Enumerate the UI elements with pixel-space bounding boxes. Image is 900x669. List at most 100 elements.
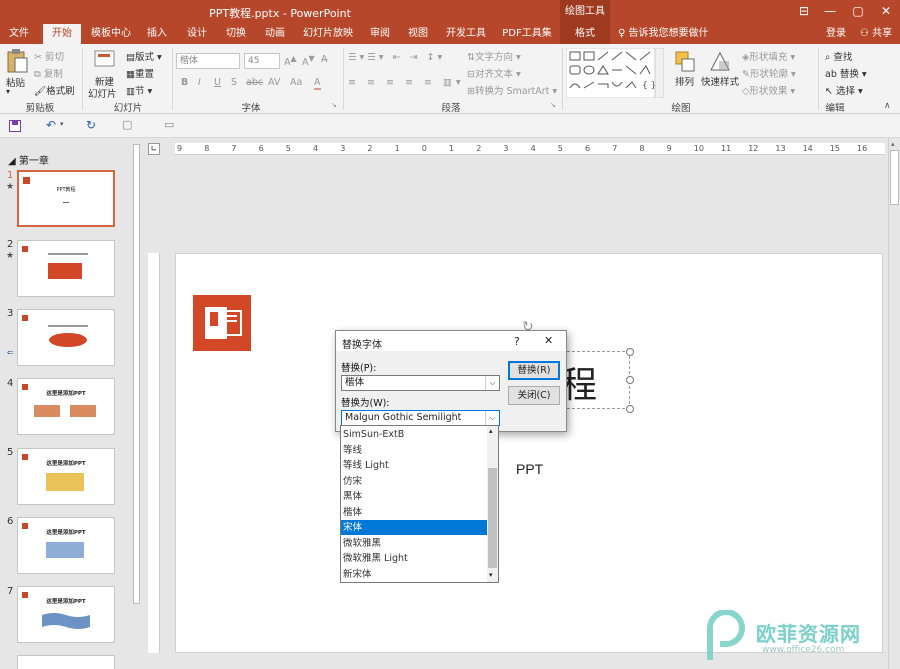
font-option[interactable]: 微软雅黑 Light [341,551,488,566]
thumbnail-scrollbar[interactable] [132,138,142,669]
dialog-close-button[interactable]: ✕ [544,334,553,347]
align-buttons[interactable]: ≡ ≡ ≡ ≡ ≡ ▥▾ [348,77,465,88]
underline-button[interactable]: U [214,77,221,88]
font-dialog-launcher[interactable]: ↘ [331,101,337,109]
section-header[interactable]: ◢ 第一章 [8,152,49,167]
tab-file[interactable]: 文件 [4,24,34,44]
quick-styles-button[interactable]: 快速样式 [701,74,739,88]
paste-dropdown-icon[interactable]: ▾ [6,87,10,96]
shape-fill-button[interactable]: ◈形状填充 ▾ [742,49,795,63]
replace-font-combo[interactable]: 楷体 ⌵ [341,375,500,391]
redo-icon[interactable]: ↻ [86,118,96,132]
tab-slideshow[interactable]: 幻灯片放映 [300,24,356,44]
bullets-button[interactable]: ☰▾☰▾ ⇤ ⇥ ↕▾ [348,52,445,63]
smartart-button[interactable]: ⊞转换为 SmartArt ▾ [467,83,557,97]
shapes-gallery[interactable]: { } [566,48,664,98]
share-button[interactable]: ⚇ 共享 [854,24,898,44]
font-option[interactable]: 仿宋 [341,474,488,489]
font-color-button[interactable]: A [314,77,321,90]
font-option[interactable]: 等线 Light [341,458,488,473]
font-dropdown-list[interactable]: SimSun-ExtB 等线 等线 Light 仿宋 黑体 楷体 宋体 微软雅黑… [340,425,499,583]
chevron-down-icon[interactable]: ⌵ [485,376,499,390]
dropdown-scrollbar[interactable]: ▴ ▾ [487,426,498,582]
char-spacing-button[interactable]: AV [268,77,280,88]
tab-format[interactable]: 格式 [560,24,610,44]
clear-format-button[interactable]: A̶ [321,54,328,65]
dialog-titlebar[interactable]: 替换字体 ? ✕ [336,331,566,351]
close-window-button[interactable]: ✕ [874,0,898,24]
slide-subtitle-text[interactable]: PPT [516,461,543,477]
shape-outline-button[interactable]: ✎形状轮廓 ▾ [742,66,796,80]
slide-thumbnail-7[interactable]: 这里是添加PPT [17,586,115,643]
tab-insert[interactable]: 插入 [143,24,171,44]
collapse-ribbon-icon[interactable]: ∧ [884,101,891,111]
font-option[interactable]: SimSun-ExtB [341,427,488,442]
paragraph-dialog-launcher[interactable]: ↘ [550,101,556,109]
chevron-down-icon[interactable]: ⌵ [485,411,499,425]
bold-button[interactable]: B [181,77,188,88]
font-option[interactable]: 新宋体 [341,567,488,582]
tab-selector[interactable]: ∟ [148,143,160,155]
slide-thumbnail-6[interactable]: 这里是添加PPT [17,517,115,574]
horizontal-ruler[interactable]: 9 8 7 6 5 4 3 2 1 0 1 2 3 4 5 6 7 8 9 10 11 12 13 14 15 16 [175,143,885,155]
cut-button[interactable]: ✂ 剪切 [34,49,64,63]
shadow-button[interactable]: S [231,77,237,88]
resize-handle[interactable] [626,405,634,413]
tab-design[interactable]: 设计 [183,24,211,44]
strikethrough-button[interactable]: abc [246,77,263,88]
slide-thumbnail-2[interactable] [17,240,115,297]
tab-animations[interactable]: 动画 [261,24,289,44]
font-name-combo[interactable]: 楷体 [176,53,240,69]
present-icon[interactable]: ▢ [122,118,132,131]
font-size-combo[interactable]: 45 [244,53,280,69]
tab-developer[interactable]: 开发工具 [443,24,489,44]
replace-with-combo[interactable]: Malgun Gothic Semilight ⌵ [341,410,500,426]
vertical-ruler[interactable] [148,253,160,653]
dropdown-scroll-thumb[interactable] [488,468,497,568]
resize-handle[interactable] [626,376,634,384]
select-button[interactable]: ↖ 选择 ▾ [825,83,863,97]
tab-home[interactable]: 开始 [43,24,81,44]
font-option[interactable]: 微软雅黑 [341,536,488,551]
login-link[interactable]: 登录 [823,24,849,44]
replace-button[interactable]: 替换(R) [508,361,560,380]
help-button[interactable]: ? [514,335,520,348]
slide-thumbnail-3[interactable] [17,309,115,366]
scrollbar-thumb[interactable] [133,144,140,604]
slide-thumbnail-5[interactable]: 这里是添加PPT [17,448,115,505]
find-button[interactable]: ⌕ 查找 [825,49,852,63]
shape-effects-button[interactable]: ◇形状效果 ▾ [742,83,795,97]
tab-review[interactable]: 审阅 [366,24,394,44]
resize-handle[interactable] [626,348,634,356]
undo-icon[interactable]: ↶ [46,118,56,132]
scroll-thumb[interactable] [890,150,899,205]
slide-thumbnail-8[interactable] [17,655,115,669]
italic-button[interactable]: I [198,77,201,88]
change-case-button[interactable]: Aa [290,77,302,88]
format-painter-button[interactable]: 🖌格式刷 [34,83,75,97]
shrink-font-button[interactable]: A▼ [302,54,315,68]
new-slide-label2[interactable]: 幻灯片 [88,86,117,100]
align-text-button[interactable]: ⊟对齐文本 ▾ [467,66,521,80]
slide-canvas[interactable]: ↻ 程 PPT [175,253,883,653]
tab-transitions[interactable]: 切换 [222,24,250,44]
font-option[interactable]: 等线 [341,443,488,458]
ribbon-display-options-button[interactable]: ⊟ [792,0,816,24]
tab-template-center[interactable]: 模板中心 [88,24,134,44]
customize-icon[interactable]: ▭ [164,118,174,131]
text-direction-button[interactable]: ⇅文字方向 ▾ [467,49,521,63]
reset-button[interactable]: ▦重置 [126,66,154,80]
tab-view[interactable]: 视图 [404,24,432,44]
slide-thumbnail-4[interactable]: 这里是添加PPT [17,378,115,435]
undo-dropdown-icon[interactable]: ▾ [60,120,64,128]
main-vertical-scrollbar[interactable]: ▴ [888,138,900,669]
tell-me-box[interactable]: ♀ 告诉我您想要做什么... [618,24,718,59]
section-button[interactable]: ▥节 ▾ [126,83,152,97]
scroll-down-icon[interactable]: ▾ [489,571,493,579]
scroll-up-icon[interactable]: ▴ [891,140,895,148]
tab-pdf-tools[interactable]: PDF工具集 [500,24,554,44]
slide-thumbnail-1[interactable]: PPT教程 [17,170,115,227]
copy-button[interactable]: ⧉ 复制 [34,66,63,80]
arrange-button[interactable]: 排列 [675,74,694,88]
layout-button[interactable]: ▤版式 ▾ [126,49,162,63]
